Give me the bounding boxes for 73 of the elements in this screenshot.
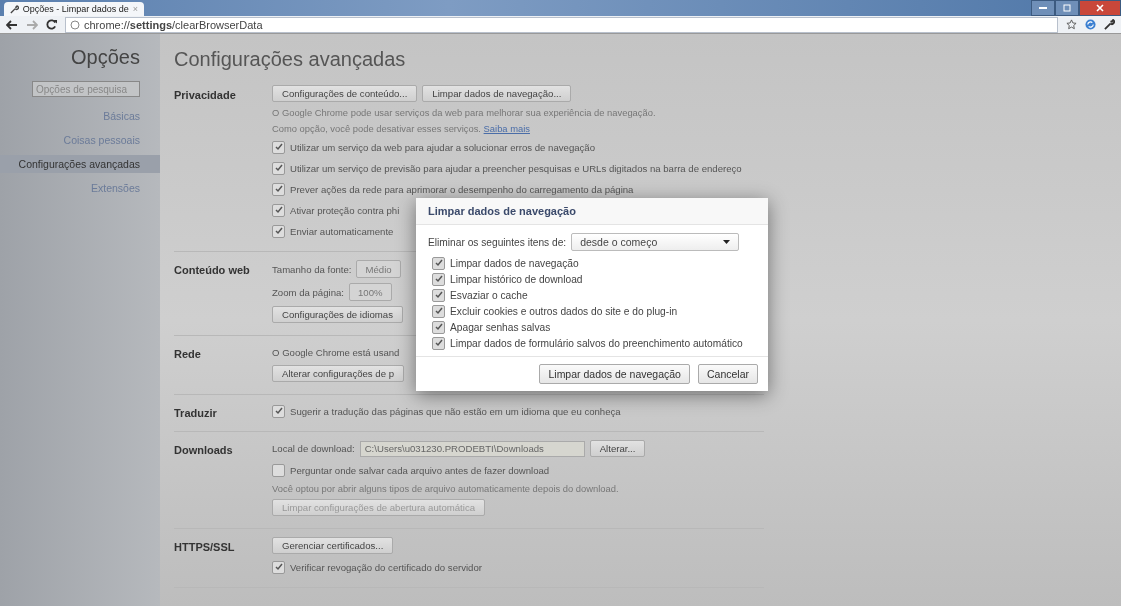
checkbox[interactable] (432, 272, 445, 286)
checkbox[interactable] (272, 182, 285, 196)
checkbox-label: Prever ações da rede para aprimorar o desempenho do carregamento da página (290, 183, 634, 195)
sync-icon[interactable] (1085, 19, 1096, 30)
sidebar-item[interactable]: Configurações avançadas (0, 155, 160, 173)
checkbox[interactable] (432, 336, 445, 350)
checkbox[interactable] (432, 288, 445, 302)
close-button[interactable] (1079, 0, 1121, 16)
section-label: Rede (174, 347, 202, 362)
close-icon (1096, 4, 1104, 12)
checkbox-label: Utilizar um serviço de previsão para ajudar a preencher pesquisas e URLs digitados na barra de endereço (290, 162, 742, 174)
checkbox-label: Excluir cookies e outros dados do site e do plug-in (450, 305, 678, 317)
range-label: Eliminar os seguintes itens de: (428, 236, 567, 248)
section-label: Privacidade (174, 88, 237, 103)
setting-label: Local de download: (272, 443, 355, 454)
browser-tab[interactable]: Opções - Limpar dados de × (4, 2, 144, 16)
checkbox-label: Perguntar onde salvar cada arquivo antes de fazer download (290, 464, 550, 476)
settings-button[interactable]: Alterar configurações de p (272, 365, 404, 382)
dialog-button[interactable]: Cancelar (697, 364, 758, 384)
section-label: Conteúdo web (174, 263, 251, 278)
checkbox[interactable] (432, 304, 445, 318)
maximize-button[interactable] (1055, 0, 1079, 16)
checkbox[interactable] (432, 320, 445, 334)
dialog-title: Limpar dados de navegação (416, 198, 768, 225)
dialog-button[interactable]: Limpar dados de navegação (539, 364, 690, 384)
checkbox-label: Enviar automaticamente (290, 225, 394, 237)
page-title: Configurações avançadas (174, 48, 407, 71)
settings-button[interactable]: Configurações de idiomas (272, 306, 403, 323)
checkbox-label: Sugerir a tradução das páginas que não estão em um idioma que eu conheça (290, 405, 621, 417)
checkbox[interactable] (272, 224, 285, 238)
checkbox-label: Esvaziar o cache (450, 289, 528, 301)
checkbox-label: Utilizar um serviço da web para ajudar a solucionar erros de navegação (290, 141, 596, 153)
caret-icon (723, 240, 731, 244)
checkbox-label: Apagar senhas salvas (450, 321, 551, 333)
change-button[interactable]: Alterar... (589, 440, 646, 457)
settings-button[interactable]: Gerenciar certificados... (272, 537, 394, 554)
section-label: HTTPS/SSL (174, 540, 236, 555)
settings-button[interactable]: Configurações de conteúdo... (272, 85, 418, 102)
checkbox[interactable] (272, 404, 285, 418)
setting-label: Zoom da página: (272, 286, 344, 298)
star-icon[interactable] (1066, 19, 1077, 30)
description-text: O Google Chrome pode usar serviços da web para melhorar sua experiência de navegação. (272, 107, 657, 118)
sidebar-title: Opções (71, 46, 141, 69)
checkbox-label: Ativar proteção contra phi (290, 204, 400, 216)
checkbox[interactable] (272, 140, 285, 154)
checkbox[interactable] (272, 463, 285, 477)
address-bar[interactable]: chrome://settings/clearBrowserData (65, 16, 1058, 33)
setting-label: Tamanho da fonte: (272, 263, 352, 275)
minimize-icon (1039, 6, 1047, 10)
checkbox-label: Verificar revogação do certificado do servidor (290, 561, 482, 573)
checkbox-label: Limpar dados de formulário salvos do preenchimento automático (450, 337, 743, 349)
download-path-field[interactable]: C:\Users\u031230.PRODEBTI\Downloads (359, 440, 585, 457)
description-text: Você optou por abrir alguns tipos de arquivo automaticamente depois do download. (272, 483, 620, 494)
page-icon (70, 19, 80, 30)
checkbox-label: Limpar histórico de download (450, 273, 583, 285)
section-label: Downloads (174, 443, 234, 458)
settings-button[interactable]: Limpar dados de navegação... (422, 85, 572, 102)
minimize-button[interactable] (1031, 0, 1055, 16)
search-field[interactable]: Opções de pesquisa (32, 81, 140, 97)
reload-icon[interactable] (46, 19, 57, 30)
checkbox[interactable] (272, 560, 285, 574)
setting-text: O Google Chrome está usand (272, 346, 400, 358)
wrench-icon[interactable] (1104, 19, 1115, 30)
checkbox[interactable] (272, 161, 285, 175)
description-text: Como opção, você pode desativar esses serviços. Saiba mais (272, 123, 531, 134)
checkbox-label: Limpar dados de navegação (450, 257, 579, 269)
checkbox[interactable] (272, 203, 285, 217)
checkbox[interactable] (432, 256, 445, 270)
back-icon[interactable] (6, 19, 18, 30)
section-label: Traduzir (174, 406, 218, 419)
range-dropdown[interactable]: desde o começo (571, 233, 740, 251)
wrench-icon (10, 4, 19, 14)
maximize-icon (1063, 4, 1071, 12)
